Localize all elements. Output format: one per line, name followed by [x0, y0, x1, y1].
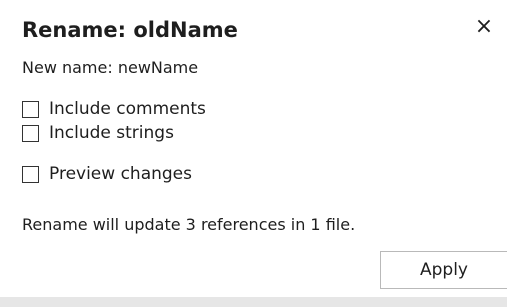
include-strings-option[interactable]: Include strings	[22, 122, 174, 144]
apply-button[interactable]: Apply	[380, 251, 507, 289]
close-icon[interactable]: ×	[473, 14, 495, 40]
include-comments-checkbox[interactable]	[22, 100, 39, 118]
status-text: Rename will update 3 references in 1 fil…	[22, 215, 356, 234]
preview-changes-label: Preview changes	[49, 164, 192, 184]
preview-changes-checkbox[interactable]	[22, 165, 39, 183]
dialog-title: Rename: oldName	[22, 18, 238, 42]
new-name-text: New name: newName	[22, 58, 199, 77]
include-strings-label: Include strings	[49, 123, 174, 143]
rename-dialog: Rename: oldName × New name: newName Incl…	[0, 0, 507, 307]
include-comments-label: Include comments	[49, 99, 206, 119]
include-comments-option[interactable]: Include comments	[22, 98, 206, 120]
preview-changes-option[interactable]: Preview changes	[22, 163, 192, 185]
include-strings-checkbox[interactable]	[22, 124, 39, 142]
footer-bar	[0, 297, 507, 307]
